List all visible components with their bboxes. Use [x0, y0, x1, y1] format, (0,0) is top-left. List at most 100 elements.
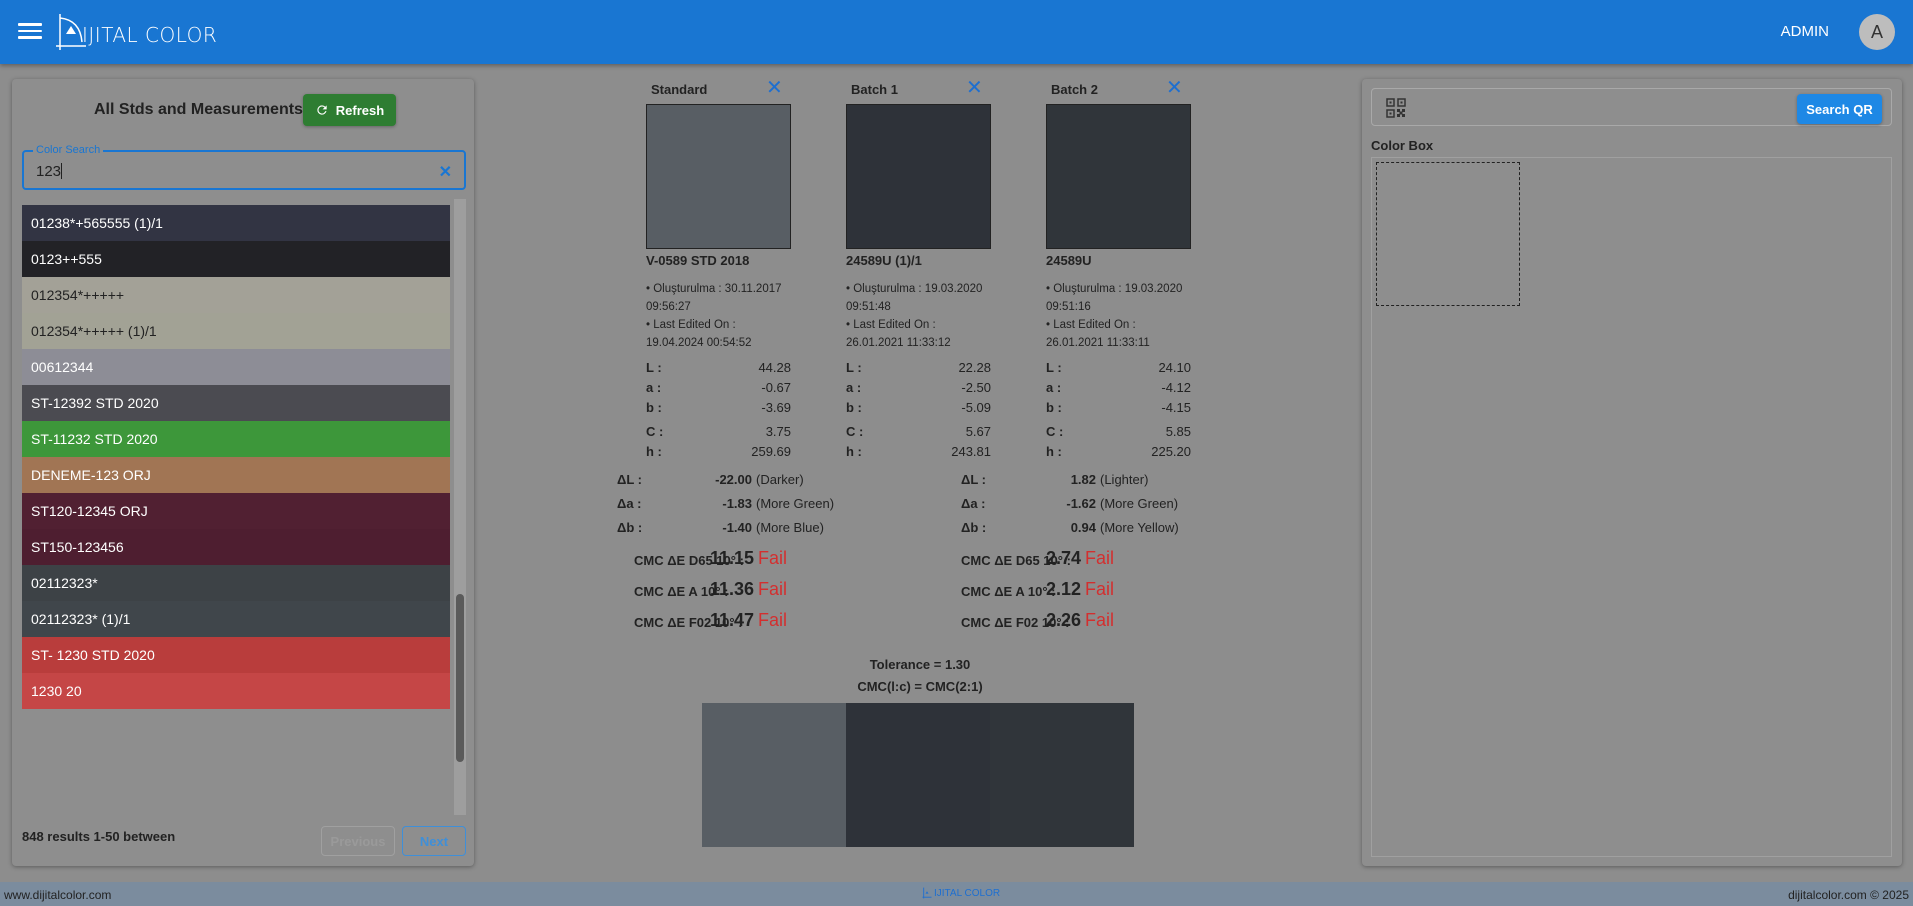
app-logo[interactable]: IJITAL COLOR: [56, 10, 217, 54]
cmc-value: 11.47: [709, 610, 754, 630]
sample-header: Batch 2 ✕: [1044, 78, 1214, 100]
clear-icon[interactable]: ✕: [439, 162, 452, 182]
color-search-input[interactable]: Color Search 123 ✕: [22, 144, 466, 190]
footer-logo: IJITAL COLOR: [922, 887, 1000, 899]
lab-key: b :: [846, 400, 862, 415]
search-qr-button[interactable]: Search QR: [1797, 94, 1882, 124]
list-item[interactable]: 02112323* (1)/1: [22, 601, 450, 637]
lab-value: -0.67: [761, 380, 791, 395]
delta-row-db: Δb : -1.40 (More Blue): [617, 520, 867, 540]
sample-swatch: [846, 104, 991, 249]
lab-key: a :: [646, 380, 662, 395]
lab-row-a: a : -2.50: [846, 380, 991, 398]
sample-meta: • Oluşturulma : 30.11.2017 09:56:27 • Last…: [646, 280, 806, 352]
cmc-value: 2.12: [1045, 579, 1081, 599]
lab-value: -5.09: [961, 400, 991, 415]
delta-value: -1.62: [1066, 496, 1096, 511]
lab-key: L :: [646, 360, 662, 375]
color-box-area[interactable]: [1371, 157, 1892, 857]
sample-name: Batch 2: [1051, 82, 1098, 97]
delta-value: 0.94: [1070, 520, 1096, 535]
cmc-row-d65: CMC ΔE D65 10° :2.74 Fail: [961, 548, 1231, 572]
delta-row-dL: ΔL : 1.82 (Lighter): [961, 472, 1211, 492]
cmc-key: CMC ΔE A 10° :: [961, 584, 1056, 599]
delta-key: ΔL :: [961, 472, 986, 487]
list-item[interactable]: 02112323*: [22, 565, 450, 601]
cmc-value: 11.15: [709, 548, 754, 568]
cmc-row-a10: CMC ΔE A 10° :2.12 Fail: [961, 579, 1231, 603]
close-icon[interactable]: ✕: [966, 78, 983, 98]
delta-description: (Lighter): [1100, 472, 1149, 487]
list-item[interactable]: ST150-123456: [22, 529, 450, 565]
cmc-value: 11.36: [709, 579, 754, 599]
delta-key: Δa :: [961, 496, 986, 511]
list-item[interactable]: ST- 1230 STD 2020: [22, 637, 450, 673]
tolerance-value: Tolerance = 1.30: [869, 657, 971, 672]
list-item[interactable]: 00612344: [22, 349, 450, 385]
next-button[interactable]: Next: [402, 826, 466, 856]
lab-row-C: C : 5.67: [846, 424, 991, 442]
lab-key: h :: [846, 444, 862, 459]
qr-search-input[interactable]: Search QR: [1371, 88, 1892, 126]
sample-meta: • Oluşturulma : 19.03.2020 09:51:48 • Last…: [846, 280, 1006, 352]
stds-panel-header: All Stds and Measurements Refresh: [12, 94, 474, 126]
lab-key: b :: [646, 400, 662, 415]
close-icon[interactable]: ✕: [1166, 78, 1183, 98]
avatar[interactable]: A: [1859, 14, 1895, 50]
lab-key: a :: [846, 380, 862, 395]
list-item[interactable]: 1230 20: [22, 673, 450, 709]
delta-key: Δa :: [617, 496, 642, 511]
sample-id: 24589U (1)/1: [846, 253, 922, 268]
cmc-value: 2.26: [1045, 610, 1081, 630]
lab-value: 243.81: [951, 444, 991, 459]
footer-logo-icon: [922, 887, 932, 899]
sample-meta: • Oluşturulma : 19.03.2020 09:51:16 • Last…: [1046, 280, 1206, 352]
sample-name: Standard: [651, 82, 708, 97]
close-icon[interactable]: ✕: [766, 78, 783, 98]
fail-status: Fail: [758, 548, 788, 568]
lab-key: h :: [1046, 444, 1062, 459]
previous-button[interactable]: Previous: [321, 826, 395, 856]
list-item[interactable]: DENEME-123 ORJ: [22, 457, 450, 493]
footer-website-link[interactable]: www.dijitalcolor.com: [4, 888, 111, 902]
delta-value: -1.40: [722, 520, 752, 535]
cmc-row-f02: CMC ΔE F02 10° :11.47 Fail: [634, 610, 904, 634]
delta-description: (Darker): [756, 472, 804, 487]
meta-line: 09:51:16: [1046, 301, 1091, 313]
refresh-button[interactable]: Refresh: [303, 94, 396, 126]
meta-line: • Last Edited On :: [846, 319, 936, 331]
lab-key: C :: [1046, 424, 1064, 439]
lab-value: 22.28: [958, 360, 991, 375]
comparison-swatch: [990, 703, 1134, 847]
lab-key: L :: [1046, 360, 1062, 375]
list-item[interactable]: 01238*+565555 (1)/1: [22, 205, 450, 241]
menu-icon[interactable]: [18, 20, 42, 44]
qr-code-icon: [1386, 98, 1406, 118]
sample-swatch: [646, 104, 791, 249]
color-search-label: Color Search: [33, 144, 104, 156]
fail-status: Fail: [758, 610, 788, 630]
delta-description: (More Yellow): [1100, 520, 1179, 535]
delta-description: (More Green): [756, 496, 835, 511]
lab-value: 5.67: [965, 424, 991, 439]
list-item[interactable]: 012354*+++++ (1)/1: [22, 313, 450, 349]
cmc-value: 2.74: [1045, 548, 1081, 568]
scrollbar-thumb[interactable]: [456, 594, 464, 762]
list-item[interactable]: ST-11232 STD 2020: [22, 421, 450, 457]
color-drop-zone[interactable]: [1376, 162, 1520, 306]
lab-value: -3.69: [761, 400, 791, 415]
fail-status: Fail: [758, 579, 788, 599]
refresh-label: Refresh: [335, 102, 385, 118]
list-item[interactable]: ST-12392 STD 2020: [22, 385, 450, 421]
delta-key: ΔL :: [617, 472, 642, 487]
lab-value: -4.15: [1161, 400, 1191, 415]
list-item[interactable]: 0123++555: [22, 241, 450, 277]
list-item[interactable]: 012354*+++++: [22, 277, 450, 313]
lab-value: -4.12: [1161, 380, 1191, 395]
lab-key: C :: [846, 424, 864, 439]
list-item[interactable]: ST120-12345 ORJ: [22, 493, 450, 529]
delta-row-da: Δa : -1.83 (More Green): [617, 496, 867, 516]
sample-id: 24589U: [1046, 253, 1092, 268]
delta-description: (More Green): [1100, 496, 1179, 511]
delta-row-da: Δa : -1.62 (More Green): [961, 496, 1211, 516]
